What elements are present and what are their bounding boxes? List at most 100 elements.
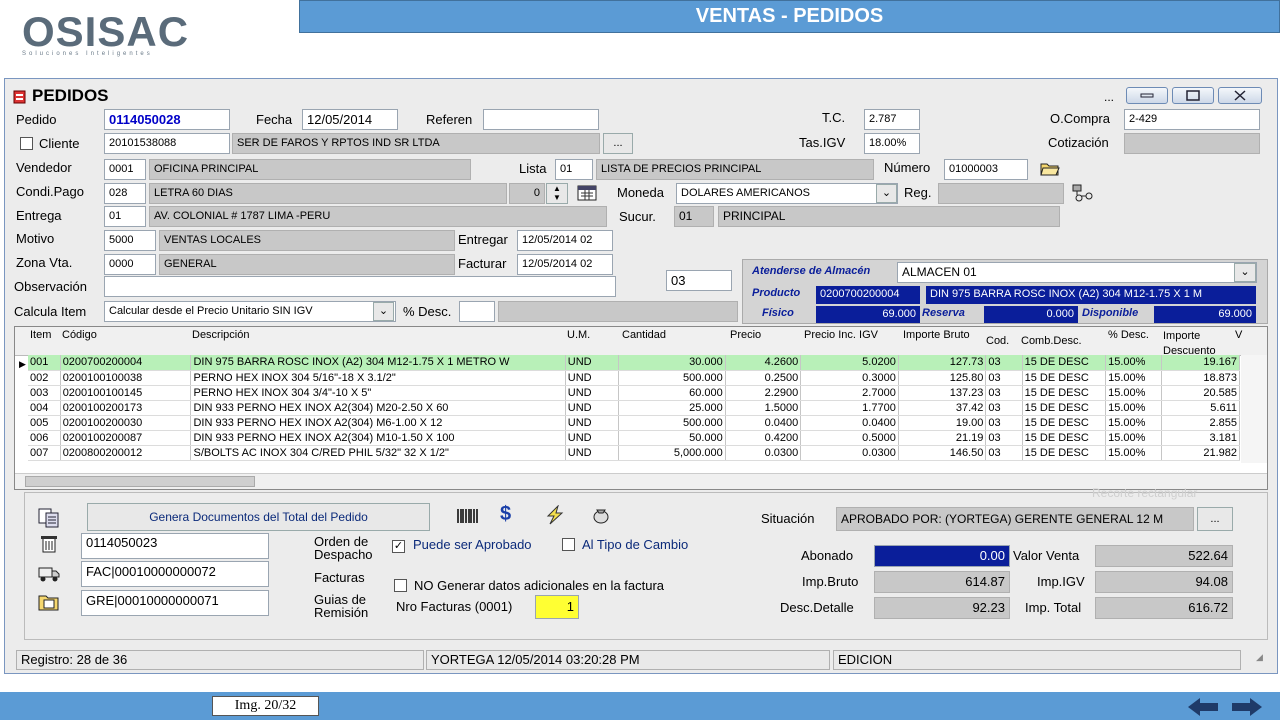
tipo-cambio-checkbox[interactable] (562, 538, 575, 554)
table-cell[interactable]: 0200100100038 (60, 370, 192, 386)
table-cell[interactable]: 0.4200 (725, 430, 802, 446)
table-cell[interactable]: 25.000 (618, 400, 726, 416)
lightning-icon[interactable] (544, 504, 566, 528)
entrega-code-field[interactable]: 01 (104, 206, 146, 227)
table-cell[interactable]: 15.00% (1105, 400, 1163, 416)
situacion-lookup-button[interactable]: ... (1197, 507, 1233, 531)
table-cell[interactable]: 0200100200087 (60, 430, 192, 446)
col-precio-igv[interactable]: Precio Inc. IGV (804, 329, 878, 341)
table-cell[interactable]: 5.611 (1161, 400, 1240, 416)
calcula-select[interactable]: Calcular desde el Precio Unitario SIN IG… (104, 301, 396, 322)
table-cell[interactable]: 21.19 (898, 430, 987, 446)
no-generar-checkbox[interactable] (394, 579, 407, 595)
table-row[interactable]: 004 0200100200173 DIN 933 PERNO HEX INOX A… (28, 400, 1240, 416)
cliente-ruc-field[interactable]: 20101538088 (104, 133, 230, 154)
table-cell[interactable]: 0.2500 (725, 370, 802, 386)
ocompra-field[interactable]: 2-429 (1124, 109, 1260, 130)
table-cell[interactable]: 15 DE DESC (1022, 355, 1107, 371)
table-cell[interactable]: 003 (28, 385, 61, 401)
table-cell[interactable]: PERNO HEX INOX 304 5/16"-18 X 3.1/2" (190, 370, 566, 386)
truck-icon[interactable] (38, 563, 60, 586)
observacion-field[interactable] (104, 276, 616, 297)
table-cell[interactable]: 15.00% (1105, 355, 1163, 371)
table-cell[interactable]: DIN 933 PERNO HEX INOX A2(304) M6-1.00 X… (190, 415, 566, 431)
table-row[interactable]: 002 0200100100038 PERNO HEX INOX 304 5/16"… (28, 370, 1240, 386)
table-cell[interactable]: 3.181 (1161, 430, 1240, 446)
col-pct-desc[interactable]: % Desc. (1108, 329, 1149, 341)
table-cell[interactable]: UND (565, 400, 620, 416)
col-precio[interactable]: Precio (730, 329, 761, 341)
table-cell[interactable]: 15.00% (1105, 370, 1163, 386)
table-cell[interactable]: 15.00% (1105, 385, 1163, 401)
table-cell[interactable]: PERNO HEX INOX 304 3/4"-10 X 5" (190, 385, 566, 401)
almacen-chevron-down-icon[interactable]: ⌄ (1234, 263, 1256, 282)
referen-field[interactable] (483, 109, 599, 130)
minimize-button[interactable] (1126, 87, 1168, 104)
table-cell[interactable]: 03 (985, 355, 1023, 371)
table-cell[interactable]: 0200800200012 (60, 445, 192, 461)
table-cell[interactable]: 18.873 (1161, 370, 1240, 386)
table-cell[interactable]: 03 (985, 415, 1023, 431)
entregar-field[interactable]: 12/05/2014 02 (517, 230, 613, 251)
table-cell[interactable]: 19.00 (898, 415, 987, 431)
table-cell[interactable]: UND (565, 445, 620, 461)
table-cell[interactable]: 0.0300 (725, 445, 802, 461)
table-row[interactable]: 007 0200800200012 S/BOLTS AC INOX 304 C/RE… (28, 445, 1240, 461)
table-cell[interactable]: 0200100200173 (60, 400, 192, 416)
condpago-code-field[interactable]: 028 (104, 183, 146, 204)
table-cell[interactable]: 15 DE DESC (1022, 415, 1107, 431)
table-cell[interactable]: UND (565, 355, 620, 371)
almacen-select[interactable]: ALMACEN 01 (897, 262, 1257, 283)
folder-docs-icon[interactable] (38, 592, 60, 615)
next-arrow-icon[interactable] (1230, 696, 1264, 721)
calcula-chevron-down-icon[interactable]: ⌄ (373, 302, 394, 321)
table-cell[interactable]: 004 (28, 400, 61, 416)
barcode-icon[interactable] (456, 507, 480, 528)
grid-h-scroll-thumb[interactable] (25, 476, 255, 487)
trash-icon[interactable] (40, 534, 58, 557)
table-cell[interactable]: 2.7000 (800, 385, 899, 401)
table-row[interactable]: 001 0200700200004 DIN 975 BARRA ROSC INOX … (28, 355, 1240, 371)
maximize-button[interactable] (1172, 87, 1214, 104)
table-cell[interactable]: 0200100200030 (60, 415, 192, 431)
table-cell[interactable]: 19.167 (1161, 355, 1240, 371)
table-cell[interactable]: 15 DE DESC (1022, 430, 1107, 446)
table-cell[interactable]: 50.000 (618, 430, 726, 446)
table-cell[interactable]: 15 DE DESC (1022, 445, 1107, 461)
lista-code-field[interactable]: 01 (555, 159, 593, 180)
table-cell[interactable]: 146.50 (898, 445, 987, 461)
genera-documentos-button[interactable]: Genera Documentos del Total del Pedido (87, 503, 430, 531)
copy-docs-icon[interactable] (38, 508, 62, 531)
tasigv-field[interactable]: 18.00% (864, 133, 920, 154)
table-cell[interactable]: 2.855 (1161, 415, 1240, 431)
table-cell[interactable]: UND (565, 415, 620, 431)
table-cell[interactable]: 0.3000 (800, 370, 899, 386)
tc-field[interactable]: 2.787 (864, 109, 920, 130)
fecha-field[interactable]: 12/05/2014 (302, 109, 398, 130)
numero-field[interactable]: 01000003 (944, 159, 1028, 180)
table-cell[interactable]: UND (565, 385, 620, 401)
table-row[interactable]: 006 0200100200087 DIN 933 PERNO HEX INOX A… (28, 430, 1240, 446)
table-cell[interactable]: 4.2600 (725, 355, 802, 371)
dollar-icon[interactable]: $ (500, 503, 511, 526)
table-cell[interactable]: 137.23 (898, 385, 987, 401)
table-cell[interactable]: 001 (28, 355, 61, 371)
money-bag-icon[interactable] (592, 506, 610, 527)
table-cell[interactable]: 006 (28, 430, 61, 446)
table-cell[interactable]: 15 DE DESC (1022, 385, 1107, 401)
table-cell[interactable]: 0.0300 (800, 445, 899, 461)
table-cell[interactable]: 0200700200004 (60, 355, 192, 371)
table-cell[interactable]: 03 (985, 400, 1023, 416)
table-row[interactable]: 005 0200100200030 DIN 933 PERNO HEX INOX A… (28, 415, 1240, 431)
table-cell[interactable]: 15.00% (1105, 445, 1163, 461)
grid-body[interactable]: 001 0200700200004 DIN 975 BARRA ROSC INOX … (28, 355, 1240, 461)
table-cell[interactable]: 1.5000 (725, 400, 802, 416)
table-cell[interactable]: 0.0400 (800, 415, 899, 431)
col-v[interactable]: V (1235, 329, 1242, 341)
zona-code-field[interactable]: 0000 (104, 254, 156, 275)
pedido-field[interactable]: 0114050028 (104, 109, 230, 130)
vendedor-code-field[interactable]: 0001 (104, 159, 146, 180)
table-cell[interactable]: 125.80 (898, 370, 987, 386)
guia-doc-field[interactable]: GRE|00010000000071 (81, 590, 269, 616)
table-cell[interactable]: DIN 933 PERNO HEX INOX A2(304) M10-1.50 … (190, 430, 566, 446)
